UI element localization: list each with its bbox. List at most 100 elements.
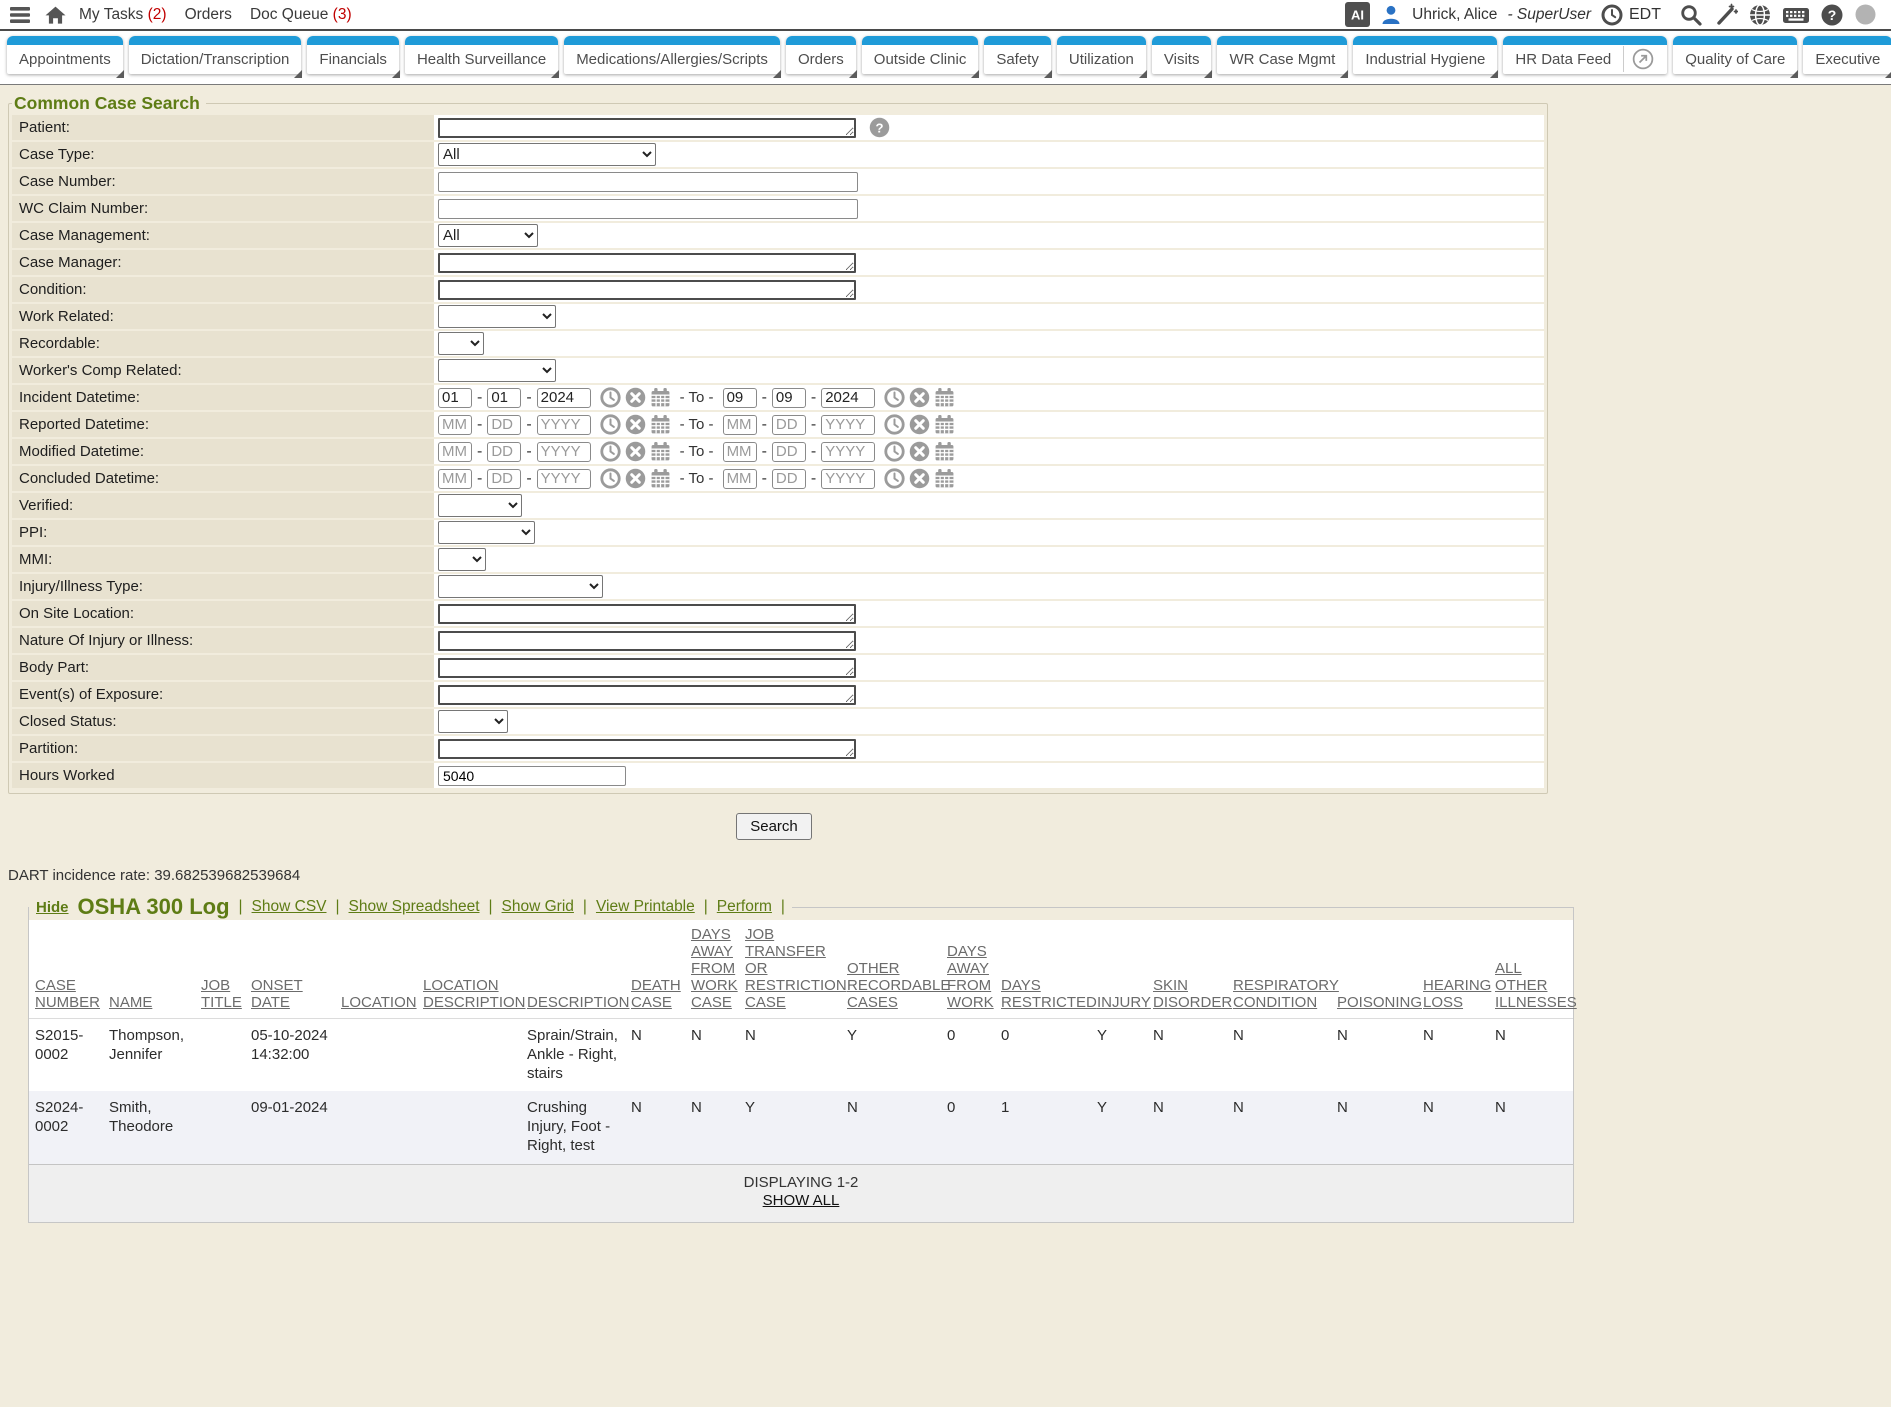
sort-days-away-from-work-case-link[interactable]: DAYS AWAY FROM WORK CASE (691, 926, 738, 1011)
tab-visits[interactable]: Visits (1152, 36, 1212, 74)
closed-status-select[interactable] (438, 710, 508, 733)
patient-field[interactable] (438, 118, 856, 138)
modified-datetime-from-year[interactable] (537, 442, 591, 462)
concluded-datetime-from-day[interactable] (487, 469, 521, 489)
sort-location-link[interactable]: LOCATION (341, 994, 417, 1011)
incident-datetime-to-clear-icon[interactable] (909, 387, 930, 408)
reported-datetime-from-year[interactable] (537, 415, 591, 435)
incident-datetime-from-clear-icon[interactable] (625, 387, 646, 408)
reported-datetime-from-clock-icon[interactable] (600, 414, 621, 435)
concluded-datetime-from-month[interactable] (438, 469, 472, 489)
concluded-datetime-to-clock-icon[interactable] (884, 468, 905, 489)
incident-datetime-to-day[interactable] (772, 388, 806, 408)
tab-appointments[interactable]: Appointments (7, 36, 123, 74)
incident-datetime-from-clock-icon[interactable] (600, 387, 621, 408)
reported-datetime-from-clear-icon[interactable] (625, 414, 646, 435)
concluded-datetime-from-year[interactable] (537, 469, 591, 489)
tab-executive[interactable]: Executive (1803, 36, 1891, 74)
recordable-select[interactable] (438, 332, 484, 355)
ppi-select[interactable] (438, 521, 535, 544)
work-related-select[interactable] (438, 305, 556, 328)
magic-wand-icon[interactable] (1713, 3, 1738, 27)
incident-datetime-to-year[interactable] (821, 388, 875, 408)
mmi-select[interactable] (438, 548, 486, 571)
sort-name-link[interactable]: NAME (109, 994, 152, 1011)
hours-worked-input[interactable] (438, 766, 626, 786)
modified-datetime-from-clock-icon[interactable] (600, 441, 621, 462)
reported-datetime-to-year[interactable] (821, 415, 875, 435)
search-button[interactable]: Search (736, 813, 812, 840)
sort-onset-date-link[interactable]: ONSET DATE (251, 977, 303, 1011)
nav-orders[interactable]: Orders (185, 6, 232, 24)
body-part-field[interactable] (438, 658, 856, 678)
sort-death-case-link[interactable]: DEATH CASE (631, 977, 681, 1011)
incident-datetime-from-calendar-icon[interactable] (650, 387, 671, 408)
keyboard-icon[interactable] (1782, 4, 1810, 26)
modified-datetime-to-clear-icon[interactable] (909, 441, 930, 462)
reported-datetime-to-clock-icon[interactable] (884, 414, 905, 435)
injury-illness-type-select[interactable] (438, 575, 603, 598)
concluded-datetime-to-day[interactable] (772, 469, 806, 489)
concluded-datetime-from-calendar-icon[interactable] (650, 468, 671, 489)
globe-icon[interactable] (1748, 3, 1772, 27)
sort-poisoning-link[interactable]: POISONING (1337, 994, 1422, 1011)
show-grid-link[interactable]: Show Grid (502, 898, 574, 916)
tab-orders[interactable]: Orders (786, 36, 856, 74)
incident-datetime-to-clock-icon[interactable] (884, 387, 905, 408)
sort-all-other-illnesses-link[interactable]: ALL OTHER ILLNESSES (1495, 960, 1577, 1011)
modified-datetime-from-clear-icon[interactable] (625, 441, 646, 462)
modified-datetime-to-day[interactable] (772, 442, 806, 462)
event-s-of-exposure-field[interactable] (438, 685, 856, 705)
concluded-datetime-from-clear-icon[interactable] (625, 468, 646, 489)
case-number-input[interactable] (438, 172, 858, 192)
sort-injury-link[interactable]: INJURY (1097, 994, 1151, 1011)
reported-datetime-from-calendar-icon[interactable] (650, 414, 671, 435)
modified-datetime-to-month[interactable] (723, 442, 757, 462)
tab-safety[interactable]: Safety (984, 36, 1051, 74)
help-icon[interactable]: ? (1820, 3, 1844, 27)
tab-quality-of-care[interactable]: Quality of Care (1673, 36, 1797, 74)
sort-hearing-loss-link[interactable]: HEARING LOSS (1423, 977, 1491, 1011)
tab-outside-clinic[interactable]: Outside Clinic (862, 36, 979, 74)
reported-datetime-to-month[interactable] (723, 415, 757, 435)
reported-datetime-to-clear-icon[interactable] (909, 414, 930, 435)
concluded-datetime-to-month[interactable] (723, 469, 757, 489)
tab-utilization[interactable]: Utilization (1057, 36, 1146, 74)
reported-datetime-from-day[interactable] (487, 415, 521, 435)
sort-other-recordable-cases-link[interactable]: OTHER RECORDABLE CASES (847, 960, 950, 1011)
patient-help-icon[interactable]: ? (869, 117, 890, 138)
tab-health-surveillance[interactable]: Health Surveillance (405, 36, 558, 74)
tab-hr-data-feed[interactable]: HR Data Feed (1503, 36, 1667, 74)
wc-claim-number-input[interactable] (438, 199, 858, 219)
sort-location-description-link[interactable]: LOCATION DESCRIPTION (423, 977, 526, 1011)
external-link-icon[interactable] (1631, 47, 1655, 71)
modified-datetime-from-month[interactable] (438, 442, 472, 462)
tab-dictation-transcription[interactable]: Dictation/Transcription (129, 36, 302, 74)
tab-wr-case-mgmt[interactable]: WR Case Mgmt (1217, 36, 1347, 74)
sort-skin-disorder-link[interactable]: SKIN DISORDER (1153, 977, 1232, 1011)
condition-field[interactable] (438, 280, 856, 300)
tab-industrial-hygiene[interactable]: Industrial Hygiene (1353, 36, 1497, 74)
hide-link[interactable]: Hide (36, 899, 69, 916)
incident-datetime-to-calendar-icon[interactable] (934, 387, 955, 408)
tab-medications-allergies-scripts[interactable]: Medications/Allergies/Scripts (564, 36, 780, 74)
modified-datetime-to-calendar-icon[interactable] (934, 441, 955, 462)
home-icon[interactable] (44, 4, 67, 26)
nav-doc-queue[interactable]: Doc Queue (3) (250, 6, 352, 24)
case-management-select[interactable]: All (438, 224, 538, 247)
partition-field[interactable] (438, 739, 856, 759)
view-printable-link[interactable]: View Printable (596, 898, 695, 916)
search-icon[interactable] (1679, 3, 1703, 27)
hamburger-menu-icon[interactable] (8, 4, 32, 26)
incident-datetime-from-year[interactable] (537, 388, 591, 408)
verified-select[interactable] (438, 494, 522, 517)
worker-s-comp-related-select[interactable] (438, 359, 556, 382)
perform-link[interactable]: Perform (717, 898, 772, 916)
reported-datetime-from-month[interactable] (438, 415, 472, 435)
incident-datetime-from-day[interactable] (487, 388, 521, 408)
tab-financials[interactable]: Financials (307, 36, 399, 74)
incident-datetime-from-month[interactable] (438, 388, 472, 408)
show-csv-link[interactable]: Show CSV (252, 898, 327, 916)
sort-description-link[interactable]: DESCRIPTION (527, 994, 630, 1011)
nature-of-injury-or-illness-field[interactable] (438, 631, 856, 651)
